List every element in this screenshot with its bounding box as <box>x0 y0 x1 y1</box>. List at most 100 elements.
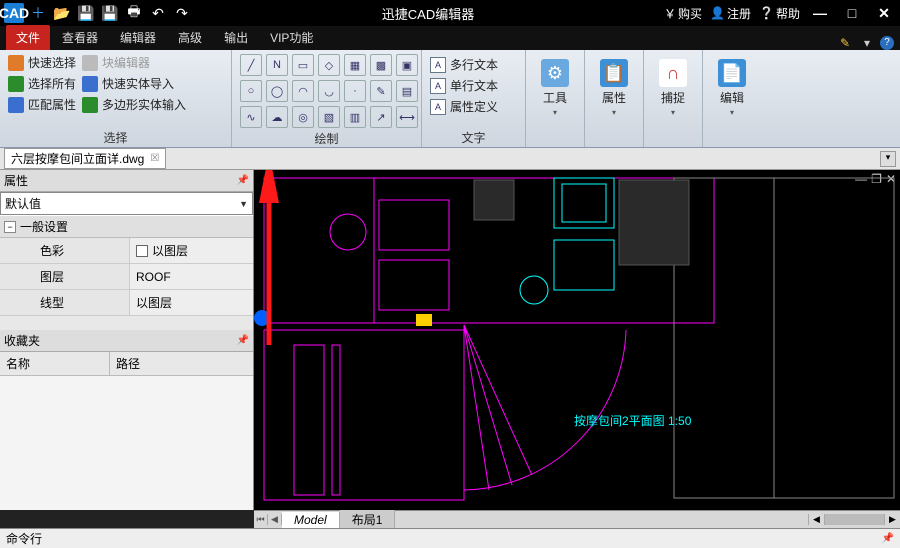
tab-vip[interactable]: VIP功能 <box>260 25 323 50</box>
quick-select[interactable]: 快速选择 <box>8 54 76 71</box>
new-icon[interactable]: ＋ <box>28 3 48 23</box>
save-icon[interactable]: 💾 <box>76 3 96 23</box>
maximize-button[interactable]: □ <box>840 5 864 21</box>
general-section[interactable]: − 一般设置 <box>0 215 253 238</box>
print-icon[interactable]: 🖶 <box>124 3 144 23</box>
document-tab[interactable]: 六层按摩包间立面详.dwg ☒ <box>4 148 166 169</box>
tab-editor[interactable]: 编辑器 <box>110 25 166 50</box>
ribbon-tabs: 文件 查看器 编辑器 高级 输出 VIP功能 ✎ ▾ ? <box>0 26 900 50</box>
prop-row-layer[interactable]: 图层 ROOF <box>0 264 253 290</box>
cloud-icon[interactable]: ☁ <box>266 106 288 128</box>
attr-button[interactable]: 📋属性▾ <box>593 54 635 146</box>
ribbon-group-draw: ╱ Ν ▭ ◇ ▦ ▩ ▣ ○ ◯ ◠ ◡ · ✎ ▤ ∿ ☁ ◎ ▧ ▥ ↗ <box>232 50 422 147</box>
canvas-annotation: 按摩包间2平面图 1:50 <box>574 413 692 428</box>
line-icon[interactable]: ╱ <box>240 54 262 76</box>
ellipse-icon[interactable]: ◯ <box>266 80 288 102</box>
open-icon[interactable]: 📂 <box>52 3 72 23</box>
spline-icon[interactable]: ∿ <box>240 106 262 128</box>
saveall-icon[interactable]: 💾 <box>100 3 120 23</box>
ribbon-group-edit: 📄编辑▾ <box>703 50 761 147</box>
fill-icon[interactable]: ▤ <box>396 80 418 102</box>
scroll-left-icon[interactable]: ◀ <box>808 514 824 525</box>
layout-tab-model[interactable]: Model <box>282 512 340 528</box>
ribbon: 快速选择 选择所有 匹配属性 块编辑器 快速实体导入 多边形实体输入 选择 ╱ … <box>0 50 900 148</box>
pin-icon[interactable]: 📌 <box>882 533 894 544</box>
attrdef-icon: A <box>430 99 446 115</box>
multiline-text[interactable]: A多行文本 <box>430 54 498 75</box>
select-all[interactable]: 选择所有 <box>8 75 76 92</box>
favorites-title: 收藏夹📌 <box>0 330 253 352</box>
singleline-text[interactable]: A单行文本 <box>430 75 498 96</box>
point-icon[interactable]: · <box>344 80 366 102</box>
tab-advanced[interactable]: 高级 <box>168 25 212 50</box>
hatch-icon[interactable]: ▦ <box>344 54 366 76</box>
polyline-icon[interactable]: Ν <box>266 54 288 76</box>
prop-row-color[interactable]: 色彩 以图层 <box>0 238 253 264</box>
pin-icon[interactable]: 📌 <box>237 175 249 186</box>
tab-file[interactable]: 文件 <box>6 25 50 50</box>
close-doc-icon[interactable]: ☒ <box>150 153 159 164</box>
close-button[interactable]: ✕ <box>872 5 896 22</box>
buy-button[interactable]: ￥购买 <box>664 5 702 22</box>
polygon-entity-input[interactable]: 多边形实体输入 <box>82 96 186 113</box>
arc2-icon[interactable]: ◡ <box>318 80 340 102</box>
ribbon-group-snap: ∩捕捉▾ <box>644 50 703 147</box>
pencil-icon[interactable]: ✎ <box>836 36 854 50</box>
help-button[interactable]: ❔帮助 <box>759 5 800 22</box>
fav-col-name[interactable]: 名称 <box>0 352 110 375</box>
tools-icon: ⚙ <box>541 59 569 87</box>
diamond-icon[interactable]: ◇ <box>318 54 340 76</box>
circle-icon[interactable]: ○ <box>240 80 262 102</box>
title-bar: CAD ＋ 📂 💾 💾 🖶 ↶ ↷ 迅捷CAD编辑器 ￥购买 👤注册 ❔帮助 —… <box>0 0 900 26</box>
block-icon[interactable]: ▣ <box>396 54 418 76</box>
command-label: 命令行 <box>6 530 42 547</box>
tools-button[interactable]: ⚙工具▾ <box>534 54 576 146</box>
image-icon[interactable]: ▧ <box>318 106 340 128</box>
region-icon[interactable]: ▩ <box>370 54 392 76</box>
scroll-thumb[interactable] <box>824 514 884 525</box>
layout-prev-icon[interactable]: ◀ <box>268 514 282 525</box>
register-button[interactable]: 👤注册 <box>710 5 751 22</box>
color-swatch-icon <box>136 245 148 257</box>
match-prop-icon <box>8 97 24 113</box>
pin-icon[interactable]: 📌 <box>237 335 249 346</box>
dropdown-icon[interactable]: ▾ <box>858 36 876 50</box>
help-small-icon[interactable]: ? <box>880 36 894 50</box>
tab-output[interactable]: 输出 <box>214 25 258 50</box>
command-line[interactable]: 命令行 📌 <box>0 528 900 548</box>
snap-button[interactable]: ∩捕捉▾ <box>652 54 694 146</box>
cad-drawing: 按摩包间2平面图 1:50 <box>254 170 900 510</box>
collapse-icon[interactable]: − <box>4 221 16 233</box>
layout-tab-1[interactable]: 布局1 <box>340 510 396 529</box>
arc1-icon[interactable]: ◠ <box>292 80 314 102</box>
document-name: 六层按摩包间立面详.dwg <box>11 150 144 167</box>
table-icon[interactable]: ▥ <box>344 106 366 128</box>
undo-icon[interactable]: ↶ <box>148 3 168 23</box>
attr-def[interactable]: A属性定义 <box>430 96 498 117</box>
prop-row-linetype[interactable]: 线型 以图层 <box>0 290 253 316</box>
properties-title: 属性📌 <box>0 170 253 192</box>
block-editor[interactable]: 块编辑器 <box>82 54 186 71</box>
donut-icon[interactable]: ◎ <box>292 106 314 128</box>
rect-icon[interactable]: ▭ <box>292 54 314 76</box>
leader-icon[interactable]: ↗ <box>370 106 392 128</box>
edit-button[interactable]: 📄编辑▾ <box>711 54 753 146</box>
redo-icon[interactable]: ↷ <box>172 3 192 23</box>
ribbon-group-select: 快速选择 选择所有 匹配属性 块编辑器 快速实体导入 多边形实体输入 选择 <box>0 50 232 147</box>
layout-first-icon[interactable]: ⏮ <box>254 514 268 525</box>
match-prop[interactable]: 匹配属性 <box>8 96 76 113</box>
main-area: 属性📌 默认值▼ − 一般设置 色彩 以图层 图层 ROOF 线型 以图层 收藏… <box>0 170 900 510</box>
scroll-right-icon[interactable]: ▶ <box>884 514 900 525</box>
favorites-header: 名称 路径 <box>0 352 253 376</box>
quick-access-toolbar: CAD ＋ 📂 💾 💾 🖶 ↶ ↷ <box>4 3 192 23</box>
default-value-combo[interactable]: 默认值▼ <box>0 192 253 215</box>
doc-dropdown-icon[interactable]: ▾ <box>880 151 896 167</box>
fast-entity-import[interactable]: 快速实体导入 <box>82 75 186 92</box>
drawing-canvas[interactable]: — ❐ ✕ <box>254 170 900 510</box>
tab-viewer[interactable]: 查看器 <box>52 25 108 50</box>
fav-col-path[interactable]: 路径 <box>110 352 146 375</box>
dim-icon[interactable]: ⟷ <box>396 106 418 128</box>
brush-icon[interactable]: ✎ <box>370 80 392 102</box>
minimize-button[interactable]: — <box>808 5 832 21</box>
ribbon-group-text: A多行文本 A单行文本 A属性定义 文字 <box>422 50 526 147</box>
